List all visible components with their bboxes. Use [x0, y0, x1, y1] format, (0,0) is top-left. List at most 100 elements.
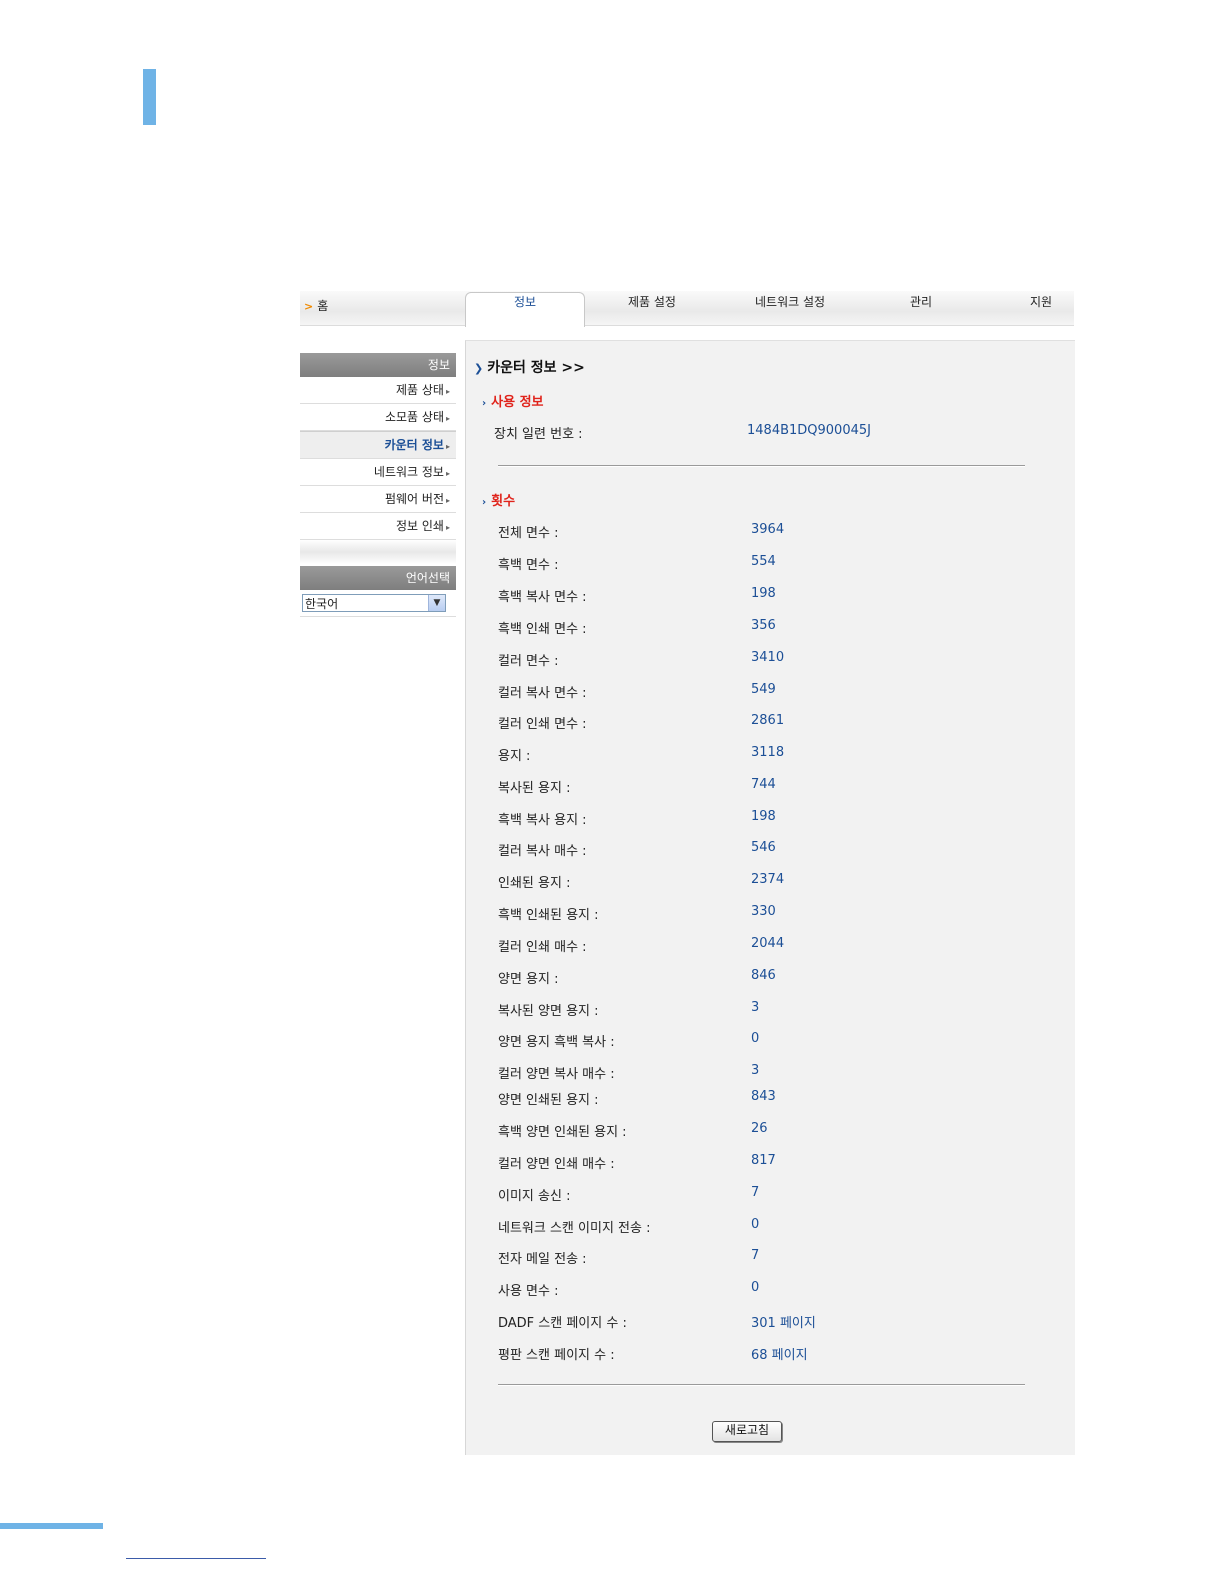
counter-value: 846: [751, 968, 776, 983]
sidebar-item-print-info[interactable]: 정보 인쇄 ▸: [300, 513, 456, 540]
counter-row: 전체 면수 : 3964: [498, 522, 1058, 542]
counter-value: 26: [751, 1121, 768, 1136]
counter-row: 양면 용지 : 846: [498, 968, 1058, 988]
footer-accent-bar: [0, 1523, 103, 1529]
sidebar-item-product-status[interactable]: 제품 상태 ▸: [300, 377, 456, 404]
counter-label: 전체 면수 :: [498, 526, 559, 541]
caret-right-icon: ▸: [445, 469, 450, 478]
counter-value: 3410: [751, 650, 785, 665]
counter-label: 컬러 복사 매수 :: [498, 844, 587, 859]
sidebar-item-counter-info[interactable]: 카운터 정보 ▸: [300, 431, 456, 459]
counter-label: 컬러 양면 복사 매수 :: [498, 1067, 615, 1082]
decorative-bar: [143, 69, 156, 125]
page-title: ❯ 카운터 정보 >>: [474, 357, 585, 377]
section-usage-info: › 사용 정보: [482, 391, 544, 410]
counter-row: 컬러 복사 매수 : 546: [498, 840, 1058, 860]
tab-info[interactable]: 정보: [465, 292, 585, 327]
counter-label: 용지 :: [498, 749, 531, 764]
sidebar-item-label: 제품 상태: [396, 383, 444, 397]
serial-label: 장치 일련 번호 :: [494, 427, 583, 442]
counter-label: 전자 메일 전송 :: [498, 1252, 587, 1267]
counter-value: 0: [751, 1280, 760, 1295]
counter-label: 흑백 인쇄 면수 :: [498, 622, 587, 637]
counter-row: 흑백 복사 용지 : 198: [498, 809, 1058, 829]
counter-label: 흑백 인쇄된 용지 :: [498, 908, 599, 923]
counter-label: 컬러 양면 인쇄 매수 :: [498, 1157, 615, 1172]
counter-row: 컬러 양면 인쇄 매수 : 817: [498, 1153, 1058, 1173]
caret-right-icon: ▸: [445, 523, 450, 532]
counter-row: 흑백 복사 면수 : 198: [498, 586, 1058, 606]
counter-value: 0: [751, 1217, 760, 1232]
counter-label: 복사된 용지 :: [498, 781, 571, 796]
counter-label: 양면 용지 :: [498, 972, 559, 987]
counter-row: DADF 스캔 페이지 수 : 301 페이지: [498, 1312, 1058, 1332]
counter-value: 0: [751, 1031, 760, 1046]
section-counts: › 횟수: [482, 490, 515, 509]
counter-value: 3: [751, 1000, 760, 1015]
counter-label: 흑백 양면 인쇄된 용지 :: [498, 1125, 627, 1140]
tab-network-settings[interactable]: 네트워크 설정: [755, 291, 825, 317]
counter-row: 컬러 인쇄 매수 : 2044: [498, 936, 1058, 956]
refresh-button[interactable]: 새로고침: [712, 1421, 782, 1442]
counter-value: 817: [751, 1153, 776, 1168]
nav-home-link[interactable]: > 홈: [304, 295, 328, 321]
sidebar-divider: [300, 540, 456, 564]
counter-value: 554: [751, 554, 776, 569]
counter-label: 양면 용지 흑백 복사 :: [498, 1035, 615, 1050]
serial-row: 장치 일련 번호 : 1484B1DQ900045J: [494, 423, 1058, 443]
tab-support[interactable]: 지원: [1030, 291, 1052, 317]
sidebar-item-firmware-version[interactable]: 펌웨어 버전 ▸: [300, 486, 456, 513]
caret-right-icon: ▸: [445, 414, 450, 423]
counter-row: 양면 인쇄된 용지 : 843: [498, 1089, 1058, 1109]
language-header: 언어선택: [300, 566, 456, 590]
counter-value: 301 페이지: [751, 1316, 816, 1331]
counter-label: 양면 인쇄된 용지 :: [498, 1093, 599, 1108]
counter-value: 3118: [751, 745, 785, 760]
sidebar: 정보 제품 상태 ▸ 소모품 상태 ▸ 카운터 정보 ▸ 네트워크 정보 ▸ 펌웨어 버…: [300, 353, 456, 617]
counter-value: 546: [751, 840, 776, 855]
sidebar-item-label: 카운터 정보: [384, 438, 444, 452]
chevron-down-icon[interactable]: ▼: [428, 595, 445, 611]
caret-right-icon: ▸: [445, 387, 450, 396]
counter-label: 이미지 송신 :: [498, 1189, 571, 1204]
counter-row: 평판 스캔 페이지 수 : 68 페이지: [498, 1344, 1058, 1364]
counter-value: 7: [751, 1185, 760, 1200]
sidebar-item-network-info[interactable]: 네트워크 정보 ▸: [300, 459, 456, 486]
footer-line: [126, 1558, 266, 1559]
counter-row: 전자 메일 전송 : 7: [498, 1248, 1058, 1268]
counter-row: 흑백 면수 : 554: [498, 554, 1058, 574]
counter-row: 인쇄된 용지 : 2374: [498, 872, 1058, 892]
counter-label: DADF 스캔 페이지 수 :: [498, 1316, 627, 1331]
counter-row: 용지 : 3118: [498, 745, 1058, 765]
counter-label: 컬러 인쇄 면수 :: [498, 717, 587, 732]
counter-label: 흑백 면수 :: [498, 558, 559, 573]
counter-row: 컬러 인쇄 면수 : 2861: [498, 713, 1058, 733]
counter-label: 네트워크 스캔 이미지 전송 :: [498, 1221, 651, 1236]
chevron-right-icon: ❯: [474, 362, 484, 375]
divider: [498, 465, 1025, 467]
sidebar-item-label: 펌웨어 버전: [384, 492, 444, 506]
language-select[interactable]: 한국어 ▼: [302, 594, 446, 612]
tab-info-label: 정보: [513, 295, 537, 309]
counter-value: 68 페이지: [751, 1348, 808, 1363]
counter-value: 2044: [751, 936, 785, 951]
section-counts-text: 횟수: [491, 494, 516, 509]
counter-label: 사용 면수 :: [498, 1284, 559, 1299]
counter-row: 복사된 용지 : 744: [498, 777, 1058, 797]
serial-value: 1484B1DQ900045J: [747, 423, 871, 438]
sidebar-item-supplies-status[interactable]: 소모품 상태 ▸: [300, 404, 456, 431]
counter-value: 198: [751, 809, 776, 824]
counter-row: 이미지 송신 : 7: [498, 1185, 1058, 1205]
counter-row: 흑백 양면 인쇄된 용지 : 26: [498, 1121, 1058, 1141]
counter-row: 흑백 인쇄된 용지 : 330: [498, 904, 1058, 924]
tab-product-settings[interactable]: 제품 설정: [628, 291, 676, 317]
nav-home-label: 홈: [317, 299, 329, 313]
tab-management[interactable]: 관리: [910, 291, 932, 317]
counter-value: 2374: [751, 872, 785, 887]
counter-value: 2861: [751, 713, 785, 728]
counter-row: 컬러 복사 면수 : 549: [498, 682, 1058, 702]
chevron-right-icon: ›: [482, 398, 487, 409]
counter-row: 컬러 면수 : 3410: [498, 650, 1058, 670]
counter-row: 사용 면수 : 0: [498, 1280, 1058, 1300]
counter-label: 흑백 복사 용지 :: [498, 813, 587, 828]
